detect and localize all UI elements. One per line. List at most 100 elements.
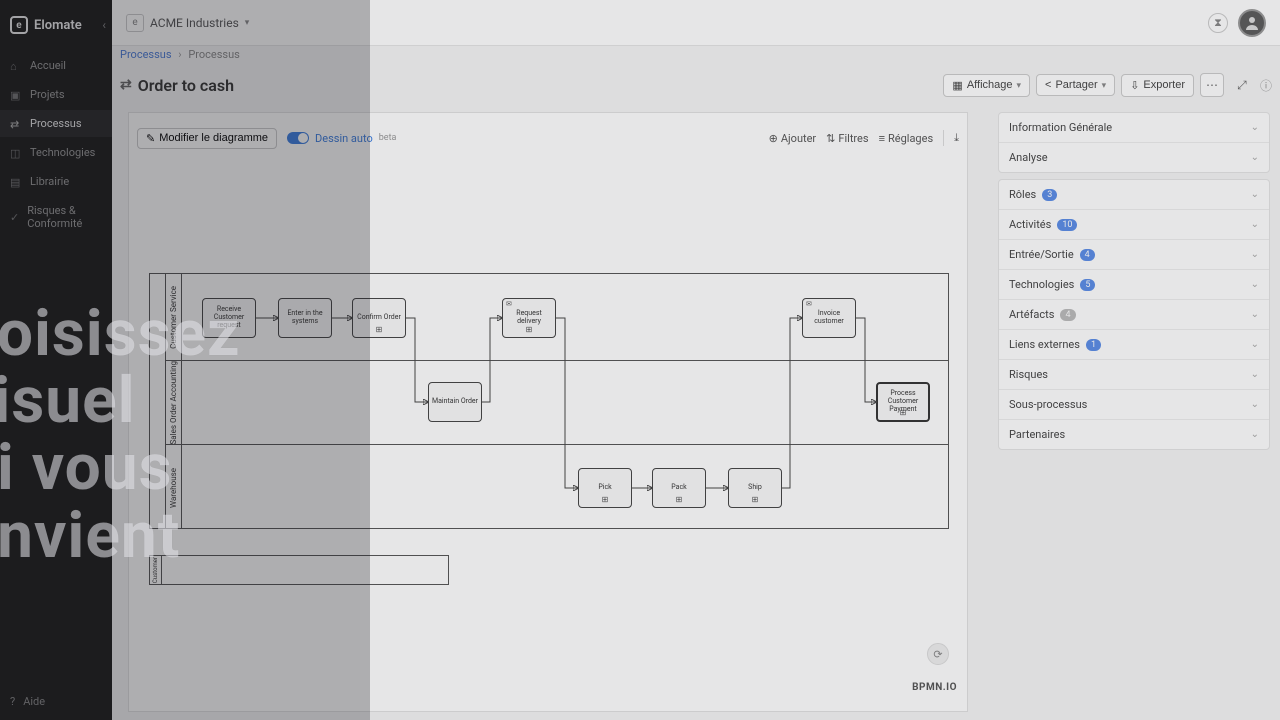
chevron-icon: ⌄ <box>1251 399 1259 410</box>
download-icon: ⇩ <box>1130 79 1139 92</box>
props-card-details: Rôles3⌄ Activités10⌄ Entrée/Sortie4⌄ Tec… <box>998 179 1270 450</box>
task-receive[interactable]: Receive Customer request <box>202 298 256 338</box>
bpmn-pool-customer[interactable]: Customer <box>149 555 449 585</box>
settings-button[interactable]: ≡Réglages <box>879 132 934 145</box>
edit-diagram-button[interactable]: ✎Modifier le diagramme <box>137 128 277 149</box>
nav-processes[interactable]: ⇄Processus <box>0 110 112 137</box>
shield-icon: ✓ <box>10 211 19 223</box>
info-icon[interactable]: ⓘ <box>1260 77 1272 94</box>
section-external-links[interactable]: Liens externes1⌄ <box>999 329 1269 359</box>
pencil-icon: ✎ <box>146 132 155 145</box>
nav-projects[interactable]: ▣Projets <box>0 81 112 108</box>
section-partners[interactable]: Partenaires⌄ <box>999 419 1269 449</box>
chip-icon: ◫ <box>10 147 22 159</box>
lane-label-3: Warehouse <box>166 444 181 530</box>
section-technologies[interactable]: Technologies5⌄ <box>999 269 1269 299</box>
nav-help[interactable]: ?Aide <box>0 687 112 720</box>
chevron-icon: ⌄ <box>1251 152 1259 163</box>
lane-label-2: Sales Order Accounting <box>166 360 181 444</box>
lane-sep-1 <box>182 360 948 361</box>
count-badge: 4 <box>1060 309 1075 321</box>
canvas-toolbar: ✎Modifier le diagramme Dessin auto beta … <box>137 125 959 151</box>
avatar[interactable] <box>1238 9 1266 37</box>
export-button[interactable]: ⇩Exporter <box>1121 74 1194 97</box>
bpmn-pool[interactable]: Customer Service Sales Order Accounting … <box>149 273 949 529</box>
beta-badge: beta <box>379 133 397 143</box>
count-badge: 1 <box>1086 339 1101 351</box>
props-card-general: Information Générale⌄ Analyse⌄ <box>998 112 1270 173</box>
lane-label-1: Customer Service <box>166 274 181 360</box>
nav: ⌂Accueil ▣Projets ⇄Processus ◫Technologi… <box>0 48 112 241</box>
chevron-icon: ⌄ <box>1251 219 1259 230</box>
swap-icon: ⇄ <box>120 77 132 93</box>
task-maintain[interactable]: Maintain Order <box>428 382 482 422</box>
filters-button[interactable]: ⇅Filtres <box>826 132 868 145</box>
add-button[interactable]: ⊕Ajouter <box>769 132 817 145</box>
collapse-sidebar-icon[interactable]: ‹ <box>102 18 106 32</box>
nav-library[interactable]: ▤Librairie <box>0 168 112 195</box>
task-enter[interactable]: Enter in the systems <box>278 298 332 338</box>
notification-icon[interactable]: ⧗ <box>1208 13 1228 33</box>
section-analyse[interactable]: Analyse⌄ <box>999 142 1269 172</box>
breadcrumb-root[interactable]: Processus <box>120 48 172 61</box>
download-diagram-button[interactable]: ⤓ <box>954 131 959 145</box>
section-info-generale[interactable]: Information Générale⌄ <box>999 113 1269 142</box>
nav-risks[interactable]: ✓Risques & Conformité <box>0 197 112 237</box>
section-risks[interactable]: Risques⌄ <box>999 359 1269 389</box>
task-ship[interactable]: Ship <box>728 468 782 508</box>
task-invoice[interactable]: Invoice customer <box>802 298 856 338</box>
breadcrumb: Processus › Processus <box>120 48 240 61</box>
sidebar: e Elomate ‹ ⌂Accueil ▣Projets ⇄Processus… <box>0 0 112 720</box>
canvas-toolbar-right: ⊕Ajouter ⇅Filtres ≡Réglages ⤓ <box>769 130 959 146</box>
switch-icon <box>287 132 309 144</box>
topbar: e ACME Industries ▾ ⧗ <box>112 0 1280 46</box>
folder-icon: ▣ <box>10 89 22 101</box>
section-artefacts[interactable]: Artéfacts4⌄ <box>999 299 1269 329</box>
breadcrumb-current: Processus <box>188 48 240 61</box>
help-icon: ? <box>10 695 15 708</box>
breadcrumb-sep: › <box>178 48 181 61</box>
more-button[interactable]: ⋯ <box>1200 73 1224 97</box>
share-button[interactable]: <Partager▾ <box>1036 74 1115 96</box>
section-subprocess[interactable]: Sous-processus⌄ <box>999 389 1269 419</box>
download-icon: ⤓ <box>954 131 959 145</box>
chevron-icon: ⌄ <box>1251 249 1259 260</box>
auto-layout-toggle[interactable]: Dessin auto beta <box>287 132 396 145</box>
chevron-icon: ⌄ <box>1251 279 1259 290</box>
brand-logo-icon: e <box>10 16 28 34</box>
section-io[interactable]: Entrée/Sortie4⌄ <box>999 239 1269 269</box>
topbar-right: ⧗ <box>1208 9 1266 37</box>
count-badge: 3 <box>1042 189 1057 201</box>
task-pick[interactable]: Pick <box>578 468 632 508</box>
display-button[interactable]: ▦Affichage▾ <box>943 74 1030 97</box>
share-icon: < <box>1045 79 1051 91</box>
task-process-payment[interactable]: Process Customer Payment <box>876 382 930 422</box>
section-activities[interactable]: Activités10⌄ <box>999 209 1269 239</box>
count-badge: 4 <box>1080 249 1095 261</box>
nav-technologies[interactable]: ◫Technologies <box>0 139 112 166</box>
expand-button[interactable]: ⤢ <box>1230 73 1254 97</box>
chevron-icon: ⌄ <box>1251 429 1259 440</box>
reset-view-button[interactable]: ⟳ <box>927 643 949 665</box>
count-badge: 5 <box>1080 279 1095 291</box>
filter-icon: ⇅ <box>826 132 835 145</box>
task-confirm[interactable]: Confirm Order <box>352 298 406 338</box>
org-switcher[interactable]: e ACME Industries ▾ <box>126 14 249 32</box>
caret-icon: ▾ <box>1016 80 1021 91</box>
title-actions: ▦Affichage▾ <Partager▾ ⇩Exporter ⋯ ⤢ ⓘ <box>943 73 1272 97</box>
layout-icon: ▦ <box>952 79 962 92</box>
lane-labels: Customer Service Sales Order Accounting … <box>166 274 182 528</box>
chevron-icon: ⌄ <box>1251 369 1259 380</box>
page-title: ⇄Order to cash <box>120 76 234 95</box>
task-request-delivery[interactable]: Request delivery <box>502 298 556 338</box>
task-pack[interactable]: Pack <box>652 468 706 508</box>
diagram-canvas[interactable]: ✎Modifier le diagramme Dessin auto beta … <box>128 112 968 712</box>
bpmn-logo: BPMN.IO <box>912 682 957 693</box>
chevron-down-icon: ▾ <box>245 18 250 28</box>
section-roles[interactable]: Rôles3⌄ <box>999 180 1269 209</box>
brand-name: Elomate <box>34 18 82 33</box>
home-icon: ⌂ <box>10 60 22 72</box>
chevron-icon: ⌄ <box>1251 122 1259 133</box>
caret-icon: ▾ <box>1102 80 1107 91</box>
nav-home[interactable]: ⌂Accueil <box>0 52 112 79</box>
